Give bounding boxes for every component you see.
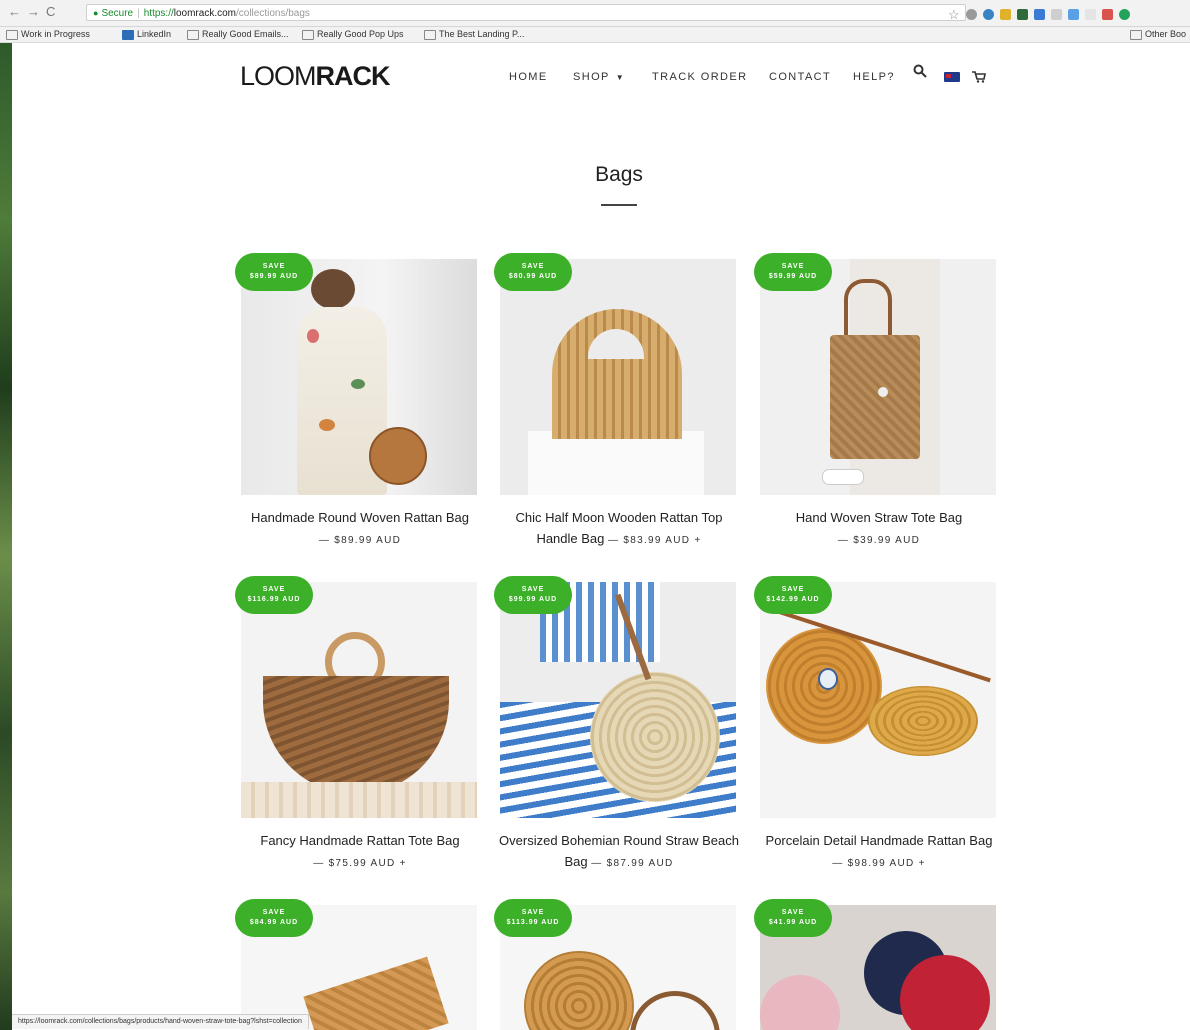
search-icon[interactable] — [913, 64, 927, 81]
nav-home[interactable]: HOME — [509, 69, 548, 85]
url-host: loomrack.com — [173, 8, 236, 19]
save-badge: SAVE $116.99 AUD — [235, 576, 313, 614]
save-badge: SAVE $142.99 AUD — [754, 576, 832, 614]
extension-icon[interactable] — [965, 9, 977, 21]
extension-icon[interactable] — [1101, 9, 1113, 21]
product-title[interactable]: Handmade Round Woven Rattan Bag — [251, 510, 469, 525]
caret-down-icon: ▼ — [615, 73, 626, 82]
extension-icon[interactable] — [1033, 9, 1045, 21]
page-icon — [187, 29, 199, 40]
product-image[interactable] — [241, 259, 477, 495]
bookmark-item[interactable]: Really Good Emails... — [187, 27, 289, 42]
other-bookmarks[interactable]: Other Boo — [1129, 27, 1186, 42]
product-price: — $39.99 AUD — [837, 535, 921, 546]
product-price: — $98.99 AUD + — [832, 858, 926, 869]
extension-icon[interactable] — [999, 9, 1011, 21]
nav-shop[interactable]: SHOP ▼ — [573, 69, 625, 86]
bookmark-linkedin[interactable]: LinkedIn — [122, 27, 171, 42]
product-price: — $83.99 AUD + — [608, 535, 702, 546]
page-title: Bags — [595, 163, 643, 186]
linkedin-icon — [122, 29, 134, 40]
product-info: Oversized Bohemian Round Straw Beach Bag… — [496, 830, 742, 874]
reload-icon[interactable]: C — [46, 4, 61, 19]
page-icon — [424, 29, 436, 40]
extension-icon[interactable] — [1084, 9, 1096, 21]
url-path: /collections/bags — [236, 8, 310, 19]
bookmark-star-icon[interactable]: ☆ — [948, 7, 960, 23]
product-info: Porcelain Detail Handmade Rattan Bag — $9… — [756, 830, 1002, 874]
save-badge: SAVE $59.99 AUD — [754, 253, 832, 291]
save-badge: SAVE $89.99 AUD — [235, 253, 313, 291]
cart-icon[interactable] — [972, 70, 986, 83]
product-price: — $87.99 AUD — [591, 858, 674, 869]
extension-icon[interactable] — [1016, 9, 1028, 21]
product-info: Fancy Handmade Rattan Tote Bag — $75.99 A… — [237, 830, 483, 874]
bookmark-folder[interactable]: Work in Progress — [6, 27, 90, 42]
forward-icon[interactable]: → — [27, 4, 46, 19]
back-icon[interactable]: ← — [8, 4, 27, 19]
nav-contact[interactable]: CONTACT — [769, 69, 831, 85]
url-protocol: https:// — [143, 8, 174, 19]
save-badge: SAVE $99.99 AUD — [494, 576, 572, 614]
product-price: — $89.99 AUD — [318, 535, 402, 546]
extension-icon[interactable] — [1067, 9, 1079, 21]
extension-icon[interactable] — [1050, 9, 1062, 21]
product-image[interactable] — [241, 582, 477, 818]
nav-help[interactable]: HELP? — [853, 69, 895, 85]
product-price: — $75.99 AUD + — [313, 858, 407, 869]
currency-flag-icon[interactable] — [944, 72, 960, 82]
product-title[interactable]: Porcelain Detail Handmade Rattan Bag — [766, 833, 993, 848]
product-image[interactable] — [760, 259, 996, 495]
product-info: Hand Woven Straw Tote Bag — $39.99 AUD — [756, 507, 1002, 551]
address-bar[interactable]: ● Secure | https://loomrack.com/collections… — [86, 4, 966, 21]
product-title[interactable]: Hand Woven Straw Tote Bag — [796, 510, 962, 525]
product-image[interactable] — [760, 582, 996, 818]
browser-toolbar: ←→C ● Secure | https://loomrack.com/collect… — [0, 0, 1190, 27]
status-bar-url: https://loomrack.com/collections/bags/pr… — [12, 1014, 309, 1029]
product-title[interactable]: Fancy Handmade Rattan Tote Bag — [260, 833, 459, 848]
site-logo[interactable]: LOOMRACK — [240, 60, 391, 92]
browser-nav-buttons: ←→C — [8, 4, 61, 19]
product-info: Handmade Round Woven Rattan Bag — $89.99 … — [237, 507, 483, 551]
folder-icon — [6, 29, 18, 40]
save-badge: SAVE $84.99 AUD — [235, 899, 313, 937]
extension-icon[interactable] — [982, 9, 994, 21]
lock-icon: ● — [93, 8, 99, 18]
page-icon — [302, 29, 314, 40]
extension-icon[interactable] — [1118, 9, 1130, 21]
product-image[interactable] — [500, 259, 736, 495]
bookmarks-bar: Work in Progress LinkedIn Really Good Em… — [0, 27, 1190, 43]
product-image[interactable] — [500, 582, 736, 818]
secure-label: Secure — [101, 8, 134, 19]
bookmark-item[interactable]: Really Good Pop Ups — [302, 27, 404, 42]
background-foliage — [0, 42, 12, 1030]
title-divider — [601, 204, 637, 206]
folder-icon — [1129, 29, 1142, 40]
save-badge: SAVE $80.99 AUD — [494, 253, 572, 291]
extension-icons: ☆ — [948, 6, 1184, 23]
nav-track-order[interactable]: TRACK ORDER — [652, 69, 747, 85]
save-badge: SAVE $41.99 AUD — [754, 899, 832, 937]
product-info: Chic Half Moon Wooden Rattan Top Handle … — [496, 507, 742, 551]
save-badge: SAVE $113.99 AUD — [494, 899, 572, 937]
bookmark-item[interactable]: The Best Landing P... — [424, 27, 524, 42]
